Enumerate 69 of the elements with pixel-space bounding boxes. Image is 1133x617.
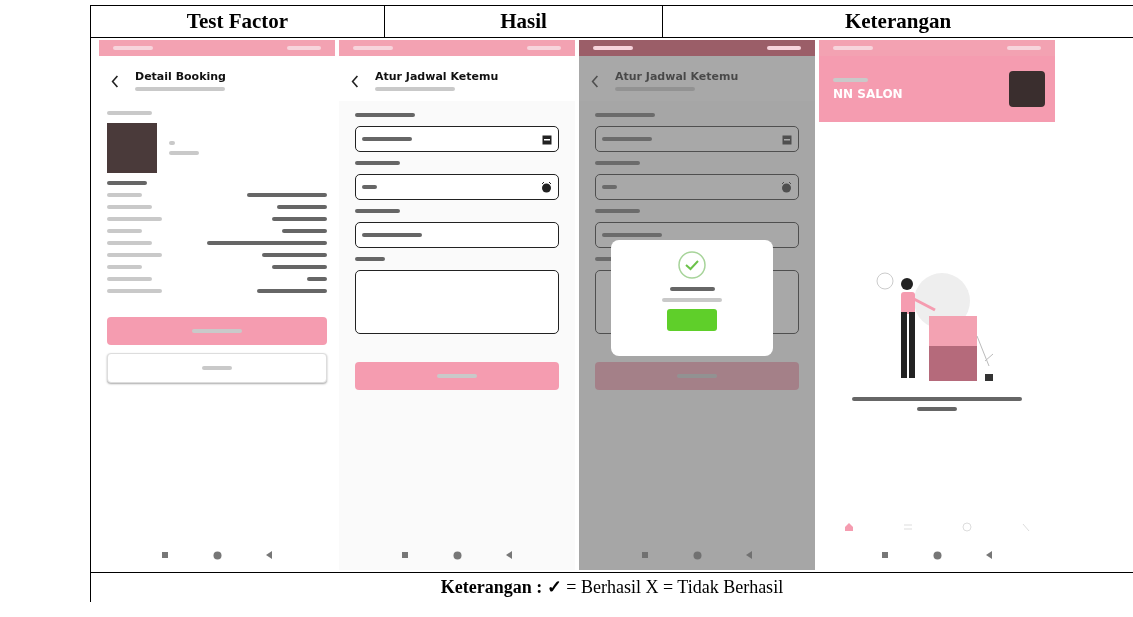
check-circle-icon — [677, 250, 707, 280]
illegible-text — [917, 406, 957, 411]
legend-text: Keterangan : ✓ = Berhasil X = Tidak Berhasil — [91, 573, 1133, 602]
clock-icon — [541, 181, 552, 193]
column-header: Keterangan — [663, 6, 1133, 37]
illegible-text — [107, 205, 152, 209]
illegible-text — [282, 229, 327, 233]
illegible-text — [355, 161, 400, 165]
illegible-text — [277, 205, 327, 209]
illegible-text — [107, 111, 152, 115]
column-header: Test Factor — [91, 6, 385, 37]
location-field[interactable] — [355, 222, 559, 248]
illegible-text — [262, 253, 327, 257]
illegible-text — [107, 253, 162, 257]
illegible-text — [107, 277, 152, 281]
avatar-placeholder — [1009, 71, 1045, 107]
calendar-icon — [542, 133, 552, 145]
illegible-text — [602, 137, 652, 141]
illegible-text — [192, 329, 242, 333]
illegible-text — [257, 289, 327, 293]
illegible-text — [595, 113, 655, 117]
illegible-text — [169, 141, 175, 145]
screen-title: Atur Jadwal Ketemu — [375, 70, 499, 83]
illegible-text — [107, 229, 142, 233]
illegible-text — [669, 287, 715, 291]
recent-apps-icon[interactable] — [161, 551, 169, 559]
screen-title: Detail Booking — [135, 70, 226, 83]
time-field[interactable] — [355, 174, 559, 200]
illegible-text — [169, 151, 199, 155]
recent-apps-icon[interactable] — [881, 551, 889, 559]
illegible-text — [595, 209, 640, 213]
screen-title: Atur Jadwal Ketemu — [615, 70, 739, 83]
notes-field[interactable] — [355, 270, 559, 334]
home-icon[interactable] — [213, 550, 222, 560]
home-icon[interactable] — [453, 550, 462, 560]
date-field[interactable] — [355, 126, 559, 152]
illegible-text — [272, 265, 327, 269]
date-field[interactable] — [595, 126, 799, 152]
illegible-text — [602, 233, 662, 237]
illegible-text — [595, 161, 640, 165]
illegible-text — [437, 374, 477, 378]
illegible-text — [362, 137, 412, 141]
home-icon[interactable] — [933, 550, 942, 560]
clock-icon — [781, 181, 792, 193]
illegible-text — [107, 181, 147, 185]
illegible-text — [107, 265, 142, 269]
illegible-text — [107, 217, 162, 221]
photo-placeholder — [107, 123, 157, 173]
illegible-text — [107, 193, 142, 197]
illegible-text — [355, 113, 415, 117]
illegible-text — [307, 277, 327, 281]
illegible-text — [362, 185, 377, 189]
illegible-text — [362, 233, 422, 237]
illegible-text — [833, 77, 868, 82]
illegible-text — [272, 217, 327, 221]
column-header: Hasil — [385, 6, 663, 37]
salon-name: NN SALON — [833, 86, 903, 101]
back-icon[interactable] — [111, 75, 119, 88]
back-icon[interactable] — [351, 75, 359, 88]
illegible-text — [602, 185, 617, 189]
illegible-text — [355, 209, 400, 213]
time-field[interactable] — [595, 174, 799, 200]
illegible-text — [107, 289, 162, 293]
illegible-text — [202, 366, 232, 370]
illegible-text — [107, 241, 152, 245]
recent-apps-icon[interactable] — [401, 551, 409, 559]
illegible-text — [662, 298, 722, 302]
calendar-icon — [782, 133, 792, 145]
illegible-text — [355, 257, 385, 261]
